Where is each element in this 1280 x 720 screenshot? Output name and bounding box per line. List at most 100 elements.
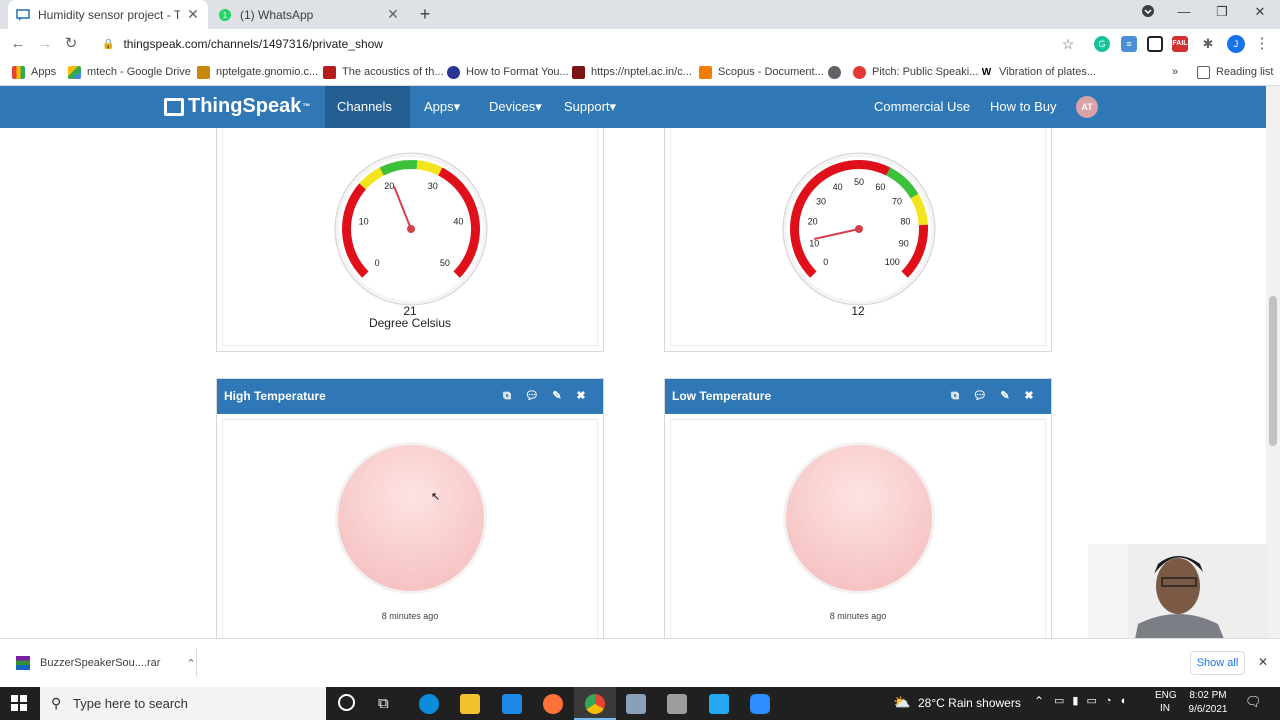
- bookmark-nptelgate[interactable]: nptelgate.gnomio.c...: [197, 64, 318, 80]
- chevron-up-icon[interactable]: ⌃: [186, 657, 195, 670]
- more-bookmarks-icon[interactable]: »: [1172, 64, 1178, 80]
- nav-apps[interactable]: Apps▾: [412, 86, 472, 128]
- tab-humidity-sensor[interactable]: Humidity sensor project - ThingS ✕: [8, 0, 208, 29]
- gauge-tick-label: 50: [440, 258, 450, 268]
- gauge-tick-label: 100: [885, 257, 900, 267]
- bookmark-star-icon[interactable]: ☆: [1059, 35, 1077, 53]
- bookmark-apps[interactable]: Apps: [12, 64, 56, 80]
- nav-how-to-buy[interactable]: How to Buy: [978, 86, 1068, 128]
- weather-icon: ⛅: [893, 694, 911, 710]
- bookmark-globe[interactable]: [828, 64, 847, 80]
- bookmark-scopus[interactable]: Scopus - Document...: [699, 64, 824, 80]
- close-tab-icon[interactable]: ✕: [186, 7, 200, 21]
- firefox-icon[interactable]: [543, 694, 563, 714]
- maximize-icon[interactable]: ❐: [1212, 4, 1232, 20]
- gauge-widget-temperature: 0 10 20 30 40 50 21 Degree Celsius: [216, 128, 604, 352]
- gauge-tick-label: 80: [900, 217, 910, 227]
- search-icon: ⚲: [51, 695, 62, 711]
- gauge-tick-label: 50: [854, 177, 864, 187]
- channel-content: 0 10 20 30 40 50 21 Degree Celsius 0 10 20 30 40 5…: [0, 128, 1266, 638]
- nav-devices[interactable]: Devices▾: [477, 86, 554, 128]
- scrollbar-thumb[interactable]: [1269, 296, 1277, 446]
- clock[interactable]: 8:02 PM 9/6/2021: [1184, 689, 1232, 717]
- task-view-icon[interactable]: ⧉: [378, 695, 389, 712]
- download-filename: BuzzerSpeakerSou....rar: [40, 657, 161, 669]
- nptel-icon: [572, 65, 585, 79]
- menu-kebab-icon[interactable]: ⋮: [1253, 35, 1271, 53]
- iop-icon: [323, 65, 336, 79]
- tab-whatsapp[interactable]: 1 (1) WhatsApp ✕: [210, 0, 408, 29]
- nav-commercial-use[interactable]: Commercial Use: [862, 86, 982, 128]
- wikipedia-icon: W: [980, 65, 993, 79]
- bookmark-acoustics[interactable]: The acoustics of th...: [323, 64, 444, 80]
- gauge-tick-label: 40: [833, 182, 843, 192]
- nav-support[interactable]: Support▾: [552, 86, 628, 128]
- reload-icon[interactable]: ↻: [62, 35, 80, 53]
- weather-text[interactable]: 28°C Rain showers: [918, 696, 1021, 710]
- show-all-button[interactable]: Show all: [1190, 651, 1245, 675]
- extensions-puzzle-icon[interactable]: ✱: [1199, 35, 1217, 53]
- svg-text:1: 1: [223, 11, 228, 20]
- tab-search-icon[interactable]: [1138, 4, 1158, 21]
- webcam-overlay: [1088, 544, 1268, 649]
- chrome-icon[interactable]: [585, 694, 605, 714]
- lock-icon: 🔒: [102, 38, 115, 50]
- bookmarks-bar: Apps mtech - Google Drive nptelgate.gnom…: [0, 59, 1280, 86]
- site-icon: [447, 65, 460, 79]
- taskbar-search[interactable]: ⚲ Type here to search: [40, 687, 326, 720]
- bookmark-format[interactable]: How to Format You...: [447, 64, 569, 80]
- language-indicator[interactable]: ENG IN: [1155, 689, 1177, 715]
- windows-taskbar: ⚲ Type here to search ⧉ ⛅ 28°C Rain show…: [0, 687, 1280, 720]
- cast-icon[interactable]: [1147, 36, 1163, 52]
- gauge-tick-label: 70: [892, 196, 902, 206]
- extension-icon[interactable]: ≡: [1121, 36, 1137, 52]
- mouse-cursor-icon: ↖: [431, 491, 441, 503]
- back-icon[interactable]: ←: [9, 35, 27, 53]
- notifications-icon[interactable]: 🗨︎: [1245, 694, 1262, 710]
- file-explorer-icon[interactable]: [460, 694, 480, 714]
- printer-icon[interactable]: [667, 694, 687, 714]
- user-avatar[interactable]: AT: [1076, 96, 1098, 118]
- minimize-icon[interactable]: —: [1174, 4, 1194, 19]
- close-tab-icon[interactable]: ✕: [386, 7, 400, 21]
- windows-start-icon[interactable]: [11, 695, 27, 714]
- gauge-widget-humidity: 0 10 20 30 40 50 60 70 80 90 100 12: [664, 128, 1052, 352]
- tab-title: (1) WhatsApp: [240, 7, 314, 22]
- bookmark-google-drive[interactable]: mtech - Google Drive: [68, 64, 191, 80]
- mail-icon[interactable]: [502, 694, 522, 714]
- lamp-indicator: [786, 445, 932, 591]
- download-item[interactable]: BuzzerSpeakerSou....rar ⌃: [16, 656, 196, 670]
- gauge-needle-hub: [407, 225, 415, 233]
- forward-icon[interactable]: →: [36, 35, 54, 53]
- thingspeak-logo[interactable]: ThingSpeak ™: [164, 95, 310, 118]
- close-window-icon[interactable]: ✕: [1250, 4, 1270, 20]
- new-tab-icon[interactable]: +: [416, 5, 434, 23]
- bookmark-pitch[interactable]: Pitch: Public Speaki...: [853, 64, 978, 80]
- chevron-up-icon[interactable]: ⌃: [1034, 694, 1044, 708]
- download-bar: BuzzerSpeakerSou....rar ⌃ Show all ✕: [0, 638, 1280, 687]
- cortana-icon[interactable]: [338, 694, 355, 711]
- fail-extension-icon[interactable]: FAIL: [1172, 36, 1188, 52]
- close-download-bar-icon[interactable]: ✕: [1258, 655, 1268, 669]
- bookmark-nptel[interactable]: https://nptel.ac.in/c...: [572, 64, 692, 80]
- system-tray-icons[interactable]: ▭▮▭◔◖: [1054, 694, 1134, 707]
- globe-icon: [828, 65, 841, 79]
- vscode-icon[interactable]: [709, 694, 729, 714]
- gauge-tick-label: 90: [899, 239, 909, 249]
- bookmark-vibration[interactable]: W Vibration of plates...: [980, 64, 1096, 80]
- nav-channels[interactable]: Channels ▾: [325, 86, 410, 156]
- zoom-icon[interactable]: [750, 694, 770, 714]
- pitch-icon: [853, 65, 866, 79]
- profile-avatar[interactable]: J: [1227, 35, 1245, 53]
- gauge-value: 12: [851, 304, 865, 318]
- lamp-widget-low-temperature: Low Temperature ⧉ 💬︎ ✎ ✖ 8 minutes ago: [664, 378, 1052, 638]
- gauge-tick-label: 10: [809, 239, 819, 249]
- edge-icon[interactable]: [419, 694, 439, 714]
- page-scrollbar[interactable]: [1266, 86, 1280, 638]
- gauge-tick-label: 60: [875, 182, 885, 192]
- grammarly-icon[interactable]: G: [1094, 36, 1110, 52]
- lamp-widget-high-temperature: High Temperature ⧉ 💬︎ ✎ ✖ 8 minutes ago …: [216, 378, 604, 638]
- address-bar[interactable]: 🔒 thingspeak.com/channels/1497316/privat…: [92, 32, 1084, 56]
- reading-list[interactable]: Reading list: [1197, 64, 1273, 80]
- app-icon[interactable]: [626, 694, 646, 714]
